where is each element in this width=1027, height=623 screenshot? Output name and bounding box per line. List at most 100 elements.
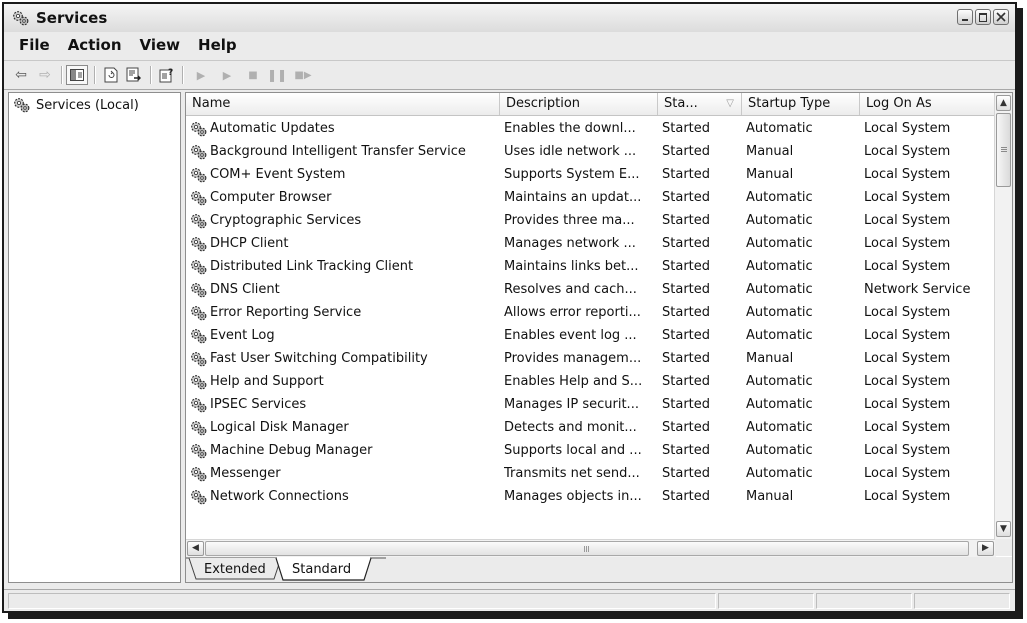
status-panel-2 xyxy=(718,593,814,609)
menu-view[interactable]: View xyxy=(131,36,190,54)
service-log-on-as: Local System xyxy=(864,374,951,389)
column-header-label: Startup Type xyxy=(748,96,831,111)
scroll-down-button[interactable]: ▼ xyxy=(996,521,1011,537)
services-list-pane: Name Description Sta... ▽ Startup Type Lo… xyxy=(185,92,1013,583)
service-log-on-as: Local System xyxy=(864,167,951,182)
properties-help-icon[interactable]: ? xyxy=(156,65,178,85)
service-row[interactable]: Help and Support Enables Help and S... Sta… xyxy=(186,370,996,393)
title-bar[interactable]: Services xyxy=(4,4,1015,33)
menu-action[interactable]: Action xyxy=(59,36,131,54)
service-name: DHCP Client xyxy=(210,236,289,251)
service-row[interactable]: Messenger Transmits net send... Started Aut… xyxy=(186,462,996,485)
minimize-button[interactable] xyxy=(957,9,973,25)
pause-service-icon[interactable]: ❚❚ xyxy=(266,65,288,85)
service-name: IPSEC Services xyxy=(210,397,307,412)
service-status: Started xyxy=(662,282,711,297)
service-name: Logical Disk Manager xyxy=(210,420,349,435)
service-status: Started xyxy=(662,351,711,366)
service-description: Enables Help and S... xyxy=(504,374,643,389)
column-header-description[interactable]: Description xyxy=(500,93,658,115)
refresh-icon[interactable] xyxy=(100,65,122,85)
service-row[interactable]: Cryptographic Services Provides three ma.… xyxy=(186,209,996,232)
service-startup-type: Automatic xyxy=(746,236,813,251)
start-service-icon[interactable]: ▶ xyxy=(190,65,212,85)
service-log-on-as: Local System xyxy=(864,213,951,228)
toolbar-separator xyxy=(94,66,96,84)
service-description: Maintains links bet... xyxy=(504,259,639,274)
menu-help[interactable]: Help xyxy=(189,36,246,54)
service-name-cell: DNS Client xyxy=(190,278,500,301)
service-name: DNS Client xyxy=(210,282,280,297)
service-log-on-as: Local System xyxy=(864,420,951,435)
service-description: Allows error reporti... xyxy=(504,305,641,320)
scroll-right-button[interactable]: ▶ xyxy=(977,541,994,556)
service-log-on-as: Local System xyxy=(864,259,951,274)
service-row[interactable]: Distributed Link Tracking Client Maintain… xyxy=(186,255,996,278)
service-name-cell: Fast User Switching Compatibility xyxy=(190,347,500,370)
menu-file[interactable]: File xyxy=(10,36,59,54)
column-header-startup-type[interactable]: Startup Type xyxy=(742,93,860,115)
column-header-label: Description xyxy=(506,96,581,111)
service-row[interactable]: DNS Client Resolves and cach... Started Aut… xyxy=(186,278,996,301)
back-arrow-icon[interactable]: ⇦ xyxy=(10,65,32,85)
service-row[interactable]: Fast User Switching Compatibility Provide… xyxy=(186,347,996,370)
service-row[interactable]: Automatic Updates Enables the downl... Sta… xyxy=(186,117,996,140)
tab-standard[interactable]: Standard xyxy=(292,562,351,577)
close-button[interactable] xyxy=(993,9,1009,25)
menu-bar: File Action View Help xyxy=(4,32,1015,58)
start-service-alt-icon[interactable]: ▶ xyxy=(216,65,238,85)
service-row[interactable]: Computer Browser Maintains an updat... Sta… xyxy=(186,186,996,209)
service-description: Manages IP securit... xyxy=(504,397,639,412)
horizontal-scrollbar[interactable]: ◀ ▶ xyxy=(186,539,996,557)
service-row[interactable]: Network Connections Manages objects in...… xyxy=(186,485,996,508)
show-hide-tree-icon[interactable] xyxy=(66,65,88,85)
restart-service-icon[interactable]: ■▶ xyxy=(292,65,314,85)
service-name: Computer Browser xyxy=(210,190,332,205)
stop-service-icon[interactable]: ■ xyxy=(242,65,264,85)
service-startup-type: Manual xyxy=(746,167,794,182)
service-row[interactable]: Logical Disk Manager Detects and monit...… xyxy=(186,416,996,439)
service-gear-icon xyxy=(191,443,207,458)
service-startup-type: Automatic xyxy=(746,443,813,458)
service-row[interactable]: Machine Debug Manager Supports local and … xyxy=(186,439,996,462)
service-log-on-as: Local System xyxy=(864,397,951,412)
service-row[interactable]: Event Log Enables event log ... Started Aut… xyxy=(186,324,996,347)
vertical-scrollbar[interactable]: ▲ ▼ xyxy=(994,93,1012,539)
sort-indicator-icon: ▽ xyxy=(726,98,734,109)
column-header-name[interactable]: Name xyxy=(186,93,500,115)
service-row[interactable]: DHCP Client Manages network ... Started Aut… xyxy=(186,232,996,255)
toolbar-separator xyxy=(61,66,63,84)
service-gear-icon xyxy=(191,236,207,251)
tree-node-services-local[interactable]: Services (Local) xyxy=(13,97,139,113)
service-startup-type: Automatic xyxy=(746,305,813,320)
service-log-on-as: Network Service xyxy=(864,282,971,297)
service-name-cell: Distributed Link Tracking Client xyxy=(190,255,500,278)
tab-extended[interactable]: Extended xyxy=(204,562,266,577)
service-startup-type: Automatic xyxy=(746,328,813,343)
service-description: Supports local and ... xyxy=(504,443,642,458)
service-row[interactable]: COM+ Event System Supports System E... Sta… xyxy=(186,163,996,186)
maximize-button[interactable] xyxy=(975,9,991,25)
service-row[interactable]: Error Reporting Service Allows error repo… xyxy=(186,301,996,324)
service-row[interactable]: Background Intelligent Transfer Service U… xyxy=(186,140,996,163)
service-name: Background Intelligent Transfer Service xyxy=(210,144,466,159)
service-description: Enables event log ... xyxy=(504,328,637,343)
scroll-left-button[interactable]: ◀ xyxy=(187,541,204,556)
service-description: Transmits net send... xyxy=(504,466,640,481)
service-row[interactable]: IPSEC Services Manages IP securit... Start… xyxy=(186,393,996,416)
forward-arrow-icon[interactable]: ⇨ xyxy=(34,65,56,85)
service-startup-type: Manual xyxy=(746,489,794,504)
export-list-icon[interactable] xyxy=(123,65,145,85)
status-panel-4 xyxy=(914,593,1010,609)
service-status: Started xyxy=(662,397,711,412)
horizontal-scroll-thumb[interactable] xyxy=(205,541,969,556)
service-name: COM+ Event System xyxy=(210,167,346,182)
service-gear-icon xyxy=(191,351,207,366)
column-header-status[interactable]: Sta... ▽ xyxy=(658,93,742,115)
service-description: Detects and monit... xyxy=(504,420,637,435)
column-header-log-on-as[interactable]: Log On As xyxy=(860,93,996,115)
vertical-scroll-thumb[interactable] xyxy=(996,113,1011,187)
service-status: Started xyxy=(662,236,711,251)
scroll-up-button[interactable]: ▲ xyxy=(996,95,1011,111)
service-description: Enables the downl... xyxy=(504,121,636,136)
